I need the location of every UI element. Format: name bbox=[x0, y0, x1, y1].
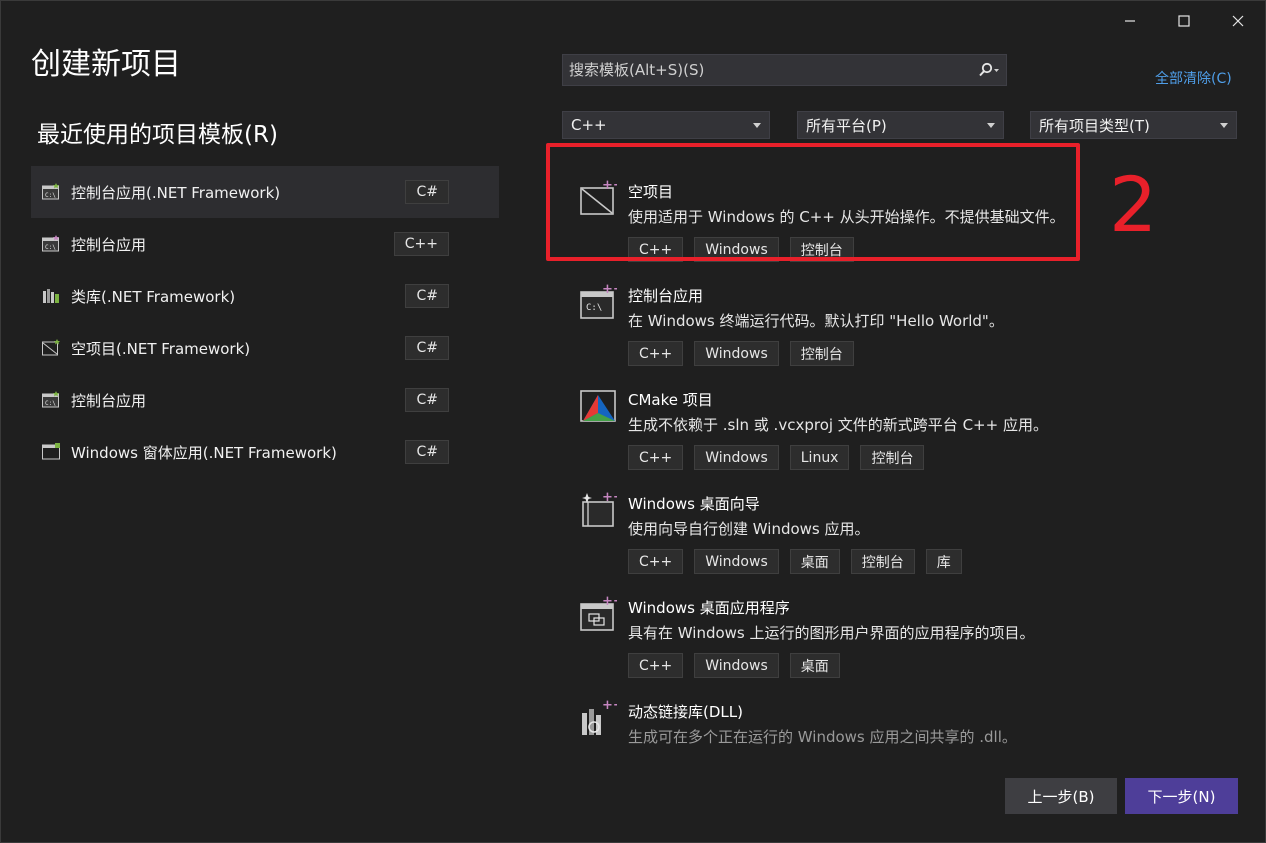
search-box bbox=[562, 54, 1007, 86]
svg-text:++: ++ bbox=[602, 491, 617, 505]
template-name: 动态链接库(DLL) bbox=[628, 703, 743, 721]
template-tag: 库 bbox=[925, 549, 962, 574]
empty-project-icon bbox=[42, 339, 60, 356]
class-library-icon bbox=[43, 289, 59, 303]
platform-filter-value: 所有平台(P) bbox=[806, 116, 887, 135]
recent-item[interactable]: C:\ 控制台应用 C++ bbox=[31, 218, 499, 270]
recent-item-label: Windows 窗体应用(.NET Framework) bbox=[71, 443, 337, 462]
template-tag: Linux bbox=[789, 445, 850, 470]
search-icon[interactable] bbox=[972, 55, 1006, 85]
close-icon bbox=[1232, 15, 1244, 27]
template-description: 在 Windows 终端运行代码。默认打印 "Hello World"。 bbox=[628, 312, 1004, 330]
create-project-dialog: 创建新项目 最近使用的项目模板(R) C:\ 控制台应用(.NET Framew… bbox=[0, 0, 1266, 843]
template-tags: C++ Windows 桌面 bbox=[628, 653, 840, 678]
template-tag: C++ bbox=[628, 445, 684, 470]
desktop-app-icon: ++ bbox=[580, 595, 617, 631]
language-badge: C# bbox=[405, 388, 449, 412]
windows-forms-icon bbox=[42, 443, 60, 460]
language-filter-dropdown[interactable]: C++ bbox=[562, 111, 770, 139]
back-button[interactable]: 上一步(B) bbox=[1005, 778, 1117, 814]
template-description: 使用向导自行创建 Windows 应用。 bbox=[628, 520, 870, 538]
project-type-filter-value: 所有项目类型(T) bbox=[1039, 116, 1150, 135]
svg-text:++: ++ bbox=[602, 283, 617, 297]
svg-text:++: ++ bbox=[602, 595, 617, 609]
console-app-icon: C:\ bbox=[42, 183, 59, 200]
svg-text:C:\: C:\ bbox=[45, 244, 56, 251]
console-app-icon: C:\++ bbox=[580, 283, 617, 319]
language-badge: C# bbox=[405, 336, 449, 360]
template-tag: C++ bbox=[628, 549, 684, 574]
template-item[interactable]: ++ Windows 桌面向导 使用向导自行创建 Windows 应用。 C++… bbox=[561, 481, 1081, 581]
template-description: 具有在 Windows 上运行的图形用户界面的应用程序的项目。 bbox=[628, 624, 1035, 642]
svg-text:C:\: C:\ bbox=[586, 303, 602, 313]
annotation-step-number: 2 bbox=[1109, 160, 1158, 249]
close-button[interactable] bbox=[1211, 1, 1265, 41]
search-input[interactable] bbox=[563, 60, 972, 80]
chevron-down-icon bbox=[753, 122, 761, 128]
chevron-down-icon bbox=[1220, 122, 1228, 128]
recent-item[interactable]: C:\ 控制台应用 C# bbox=[31, 374, 499, 426]
language-badge: C# bbox=[405, 284, 449, 308]
template-tag: Windows bbox=[694, 549, 779, 574]
recent-item[interactable]: 类库(.NET Framework) C# bbox=[31, 270, 499, 322]
template-name: 控制台应用 bbox=[628, 287, 704, 305]
template-item[interactable]: ++ Windows 桌面应用程序 具有在 Windows 上运行的图形用户界面… bbox=[561, 585, 1081, 685]
template-tag: 控制台 bbox=[850, 549, 915, 574]
recent-item[interactable]: 空项目(.NET Framework) C# bbox=[31, 322, 499, 374]
recent-item-label: 控制台应用 bbox=[71, 391, 147, 410]
template-tag: C++ bbox=[628, 341, 684, 366]
recent-item-label: 控制台应用(.NET Framework) bbox=[71, 183, 281, 202]
template-tags: C++ Windows 控制台 bbox=[628, 341, 854, 366]
dll-icon: ++ bbox=[582, 699, 617, 735]
clear-all-link[interactable]: 全部清除(C) bbox=[1155, 68, 1232, 88]
template-tag: Windows bbox=[694, 341, 779, 366]
svg-text:++: ++ bbox=[602, 699, 617, 713]
recent-item-label: 类库(.NET Framework) bbox=[71, 287, 236, 306]
language-filter-value: C++ bbox=[571, 116, 607, 134]
recent-item[interactable]: C:\ 控制台应用(.NET Framework) C# bbox=[31, 166, 499, 218]
template-tag: Windows bbox=[694, 445, 779, 470]
svg-text:C:\: C:\ bbox=[45, 400, 56, 407]
cmake-icon bbox=[580, 390, 616, 422]
template-description: 生成不依赖于 .sln 或 .vcxproj 文件的新式跨平台 C++ 应用。 bbox=[628, 416, 1048, 434]
template-tag: Windows bbox=[694, 653, 779, 678]
template-tag: 控制台 bbox=[860, 445, 925, 470]
maximize-icon bbox=[1178, 15, 1190, 27]
recent-item[interactable]: Windows 窗体应用(.NET Framework) C# bbox=[31, 426, 499, 478]
platform-filter-dropdown[interactable]: 所有平台(P) bbox=[797, 111, 1004, 139]
chevron-down-icon bbox=[987, 122, 995, 128]
template-tag: C++ bbox=[628, 653, 684, 678]
console-app-icon: C:\ bbox=[42, 391, 59, 408]
language-badge: C++ bbox=[393, 232, 449, 256]
window-controls bbox=[1103, 1, 1265, 41]
wizard-icon: ++ bbox=[582, 491, 617, 527]
template-item[interactable]: CMake 项目 生成不依赖于 .sln 或 .vcxproj 文件的新式跨平台… bbox=[561, 377, 1081, 477]
template-item[interactable]: C:\++ 控制台应用 在 Windows 终端运行代码。默认打印 "Hello… bbox=[561, 273, 1081, 373]
recent-templates-heading: 最近使用的项目模板(R) bbox=[37, 122, 278, 148]
template-tag: 桌面 bbox=[789, 549, 840, 574]
template-tag: 桌面 bbox=[789, 653, 840, 678]
page-title: 创建新项目 bbox=[31, 47, 181, 82]
recent-item-label: 空项目(.NET Framework) bbox=[71, 339, 251, 358]
maximize-button[interactable] bbox=[1157, 1, 1211, 41]
template-item[interactable]: ++ 动态链接库(DLL) 生成可在多个正在运行的 Windows 应用之间共享… bbox=[561, 689, 1081, 751]
template-description: 生成可在多个正在运行的 Windows 应用之间共享的 .dll。 bbox=[628, 728, 1017, 746]
next-button[interactable]: 下一步(N) bbox=[1125, 778, 1238, 814]
template-name: Windows 桌面向导 bbox=[628, 495, 760, 513]
annotation-highlight-box bbox=[546, 143, 1080, 261]
template-name: CMake 项目 bbox=[628, 391, 713, 409]
template-name: Windows 桌面应用程序 bbox=[628, 599, 790, 617]
language-badge: C# bbox=[405, 440, 449, 464]
language-badge: C# bbox=[405, 180, 449, 204]
recent-templates-list: C:\ 控制台应用(.NET Framework) C# C:\ 控制台应用 C… bbox=[31, 166, 499, 478]
minimize-icon bbox=[1125, 20, 1135, 22]
template-tags: C++ Windows 桌面 控制台 库 bbox=[628, 549, 962, 574]
recent-item-label: 控制台应用 bbox=[71, 235, 147, 254]
svg-text:C:\: C:\ bbox=[45, 192, 56, 199]
template-tag: 控制台 bbox=[789, 341, 854, 366]
console-app-icon: C:\ bbox=[42, 235, 59, 252]
project-type-filter-dropdown[interactable]: 所有项目类型(T) bbox=[1030, 111, 1237, 139]
minimize-button[interactable] bbox=[1103, 1, 1157, 41]
template-tags: C++ Windows Linux 控制台 bbox=[628, 445, 925, 470]
